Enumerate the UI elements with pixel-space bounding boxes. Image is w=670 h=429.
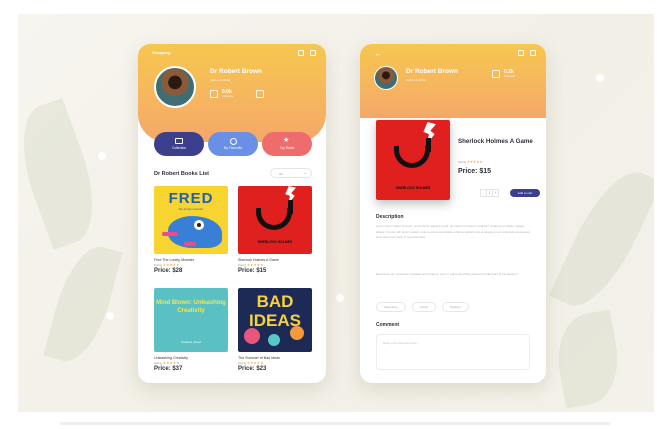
favourite-button[interactable]: My Favourite [208,132,258,156]
back-arrow-icon[interactable]: ← [374,50,382,58]
author-subtitle: Author & Writer [406,78,427,82]
books-list-title: Dr Robert Books List [154,171,210,177]
chevron-down-icon: ⌄ [303,170,307,175]
tag-chip[interactable]: Adventure [376,302,406,312]
bell-icon[interactable] [298,50,304,56]
description-text: Lorem ipsum dolor sit amet, consectetur … [376,224,531,240]
book-rating: Rating ★★★★★ [238,263,264,267]
header-icons [298,50,316,56]
author-avatar [154,66,196,108]
comment-input[interactable]: Write your comment here... [376,334,530,370]
cart-icon[interactable] [310,50,316,56]
author-name: Dr Robert Brown [406,68,458,75]
followers-stat: 0.0k Followers [222,89,233,98]
share-icon[interactable] [256,90,264,98]
book-cover-sherlock: SHERLOCK HOLMES [238,186,312,254]
book-title: Sherlock Holmes A Game [238,258,279,262]
book-card[interactable]: Mind Blown: Unleashing Creativity Caroli… [154,288,228,372]
star-icon: ★★★★★ [246,263,264,267]
followers-stat: 0.2k Followers [504,69,516,78]
book-price: Price: $15 [238,268,267,274]
star-icon: ★★★★★ [246,361,264,365]
add-to-cart-button[interactable]: Add to cart [510,189,540,197]
bell-icon[interactable] [518,50,524,56]
leaf-decoration [43,239,123,369]
book-card[interactable]: FRED the lonely monster Fred The Lonely … [154,186,228,274]
book-icon [175,138,183,144]
author-avatar [374,66,398,90]
star-icon: ★★★★★ [466,160,483,164]
book-title: The Summer of Bad Ideas [238,356,280,360]
author-name: Dr Robert Brown [210,68,262,75]
book-price: Price: $37 [154,366,183,372]
cart-icon[interactable] [530,50,536,56]
book-detail-price: Price: $15 [458,168,492,175]
followers-icon [492,70,500,78]
dot-decoration [596,74,604,82]
book-price: Price: $28 [154,268,183,274]
book-title: Unleashing Creativity [154,356,188,360]
header-icons [518,50,536,56]
tag-chip[interactable]: Action [411,302,437,312]
collection-button[interactable]: Collection [154,132,204,156]
book-rating: Rating ★★★★★ [238,361,264,365]
tag-chip[interactable]: Mystery [442,302,469,312]
book-card[interactable]: SHERLOCK HOLMES Sherlock Holmes A Game R… [238,186,312,274]
book-rating: Rating ★★★★★ [154,361,180,365]
book-detail-screen: ← Dr Robert Brown Author & Writer 0.2k F… [360,44,546,383]
author-subtitle: Author & Writer [210,78,231,82]
bottom-divider [60,422,610,425]
dot-decoration [98,152,106,160]
screen-title: Shopping [152,50,171,55]
quantity-stepper[interactable]: - 1 + [480,189,499,197]
star-icon: ★★★★★ [162,263,180,267]
profile-header: Shopping Dr Robert Brown Author & Writer… [138,44,326,142]
comment-title: Comment [376,322,400,328]
top-rated-button[interactable]: Top Rated [262,132,312,156]
heart-icon [229,138,237,145]
book-price: Price: $23 [238,366,267,372]
followers-icon [210,90,218,98]
book-card[interactable]: BAD IDEAS The Summer of Bad Ideas Rating… [238,288,312,372]
tag-list: Adventure Action Mystery [376,302,469,312]
book-rating: Rating ★★★★★ [458,160,483,164]
detail-header: ← Dr Robert Brown Author & Writer 0.2k F… [360,44,546,118]
book-title: Fred The Lonely Monster [154,258,195,262]
star-icon [283,136,291,144]
leaf-decoration [550,309,626,409]
book-cover-fred: FRED the lonely monster [154,186,228,254]
description-title: Description [376,214,404,220]
leaf-decoration [18,97,111,251]
filter-select[interactable]: All ⌄ [270,168,312,178]
book-rating: Rating ★★★★★ [154,263,180,267]
description-text: Excepteur sint occaecat cupidatat non pr… [376,272,519,276]
followers-label: Followers [222,95,234,98]
showcase-background: Shopping Dr Robert Brown Author & Writer… [18,14,654,412]
increment-button[interactable]: + [492,189,499,197]
dot-decoration [106,312,114,320]
dot-decoration [336,294,344,302]
book-cover-bad-ideas: BAD IDEAS [238,288,312,352]
leaf-decoration [548,159,654,319]
star-icon: ★★★★★ [162,361,180,365]
book-detail-title: Sherlock Holmes A Game [458,138,533,145]
book-cover-sherlock: SHERLOCK HOLMES [376,120,450,200]
book-cover-mind-blown: Mind Blown: Unleashing Creativity Caroli… [154,288,228,352]
author-profile-screen: Shopping Dr Robert Brown Author & Writer… [138,44,326,383]
